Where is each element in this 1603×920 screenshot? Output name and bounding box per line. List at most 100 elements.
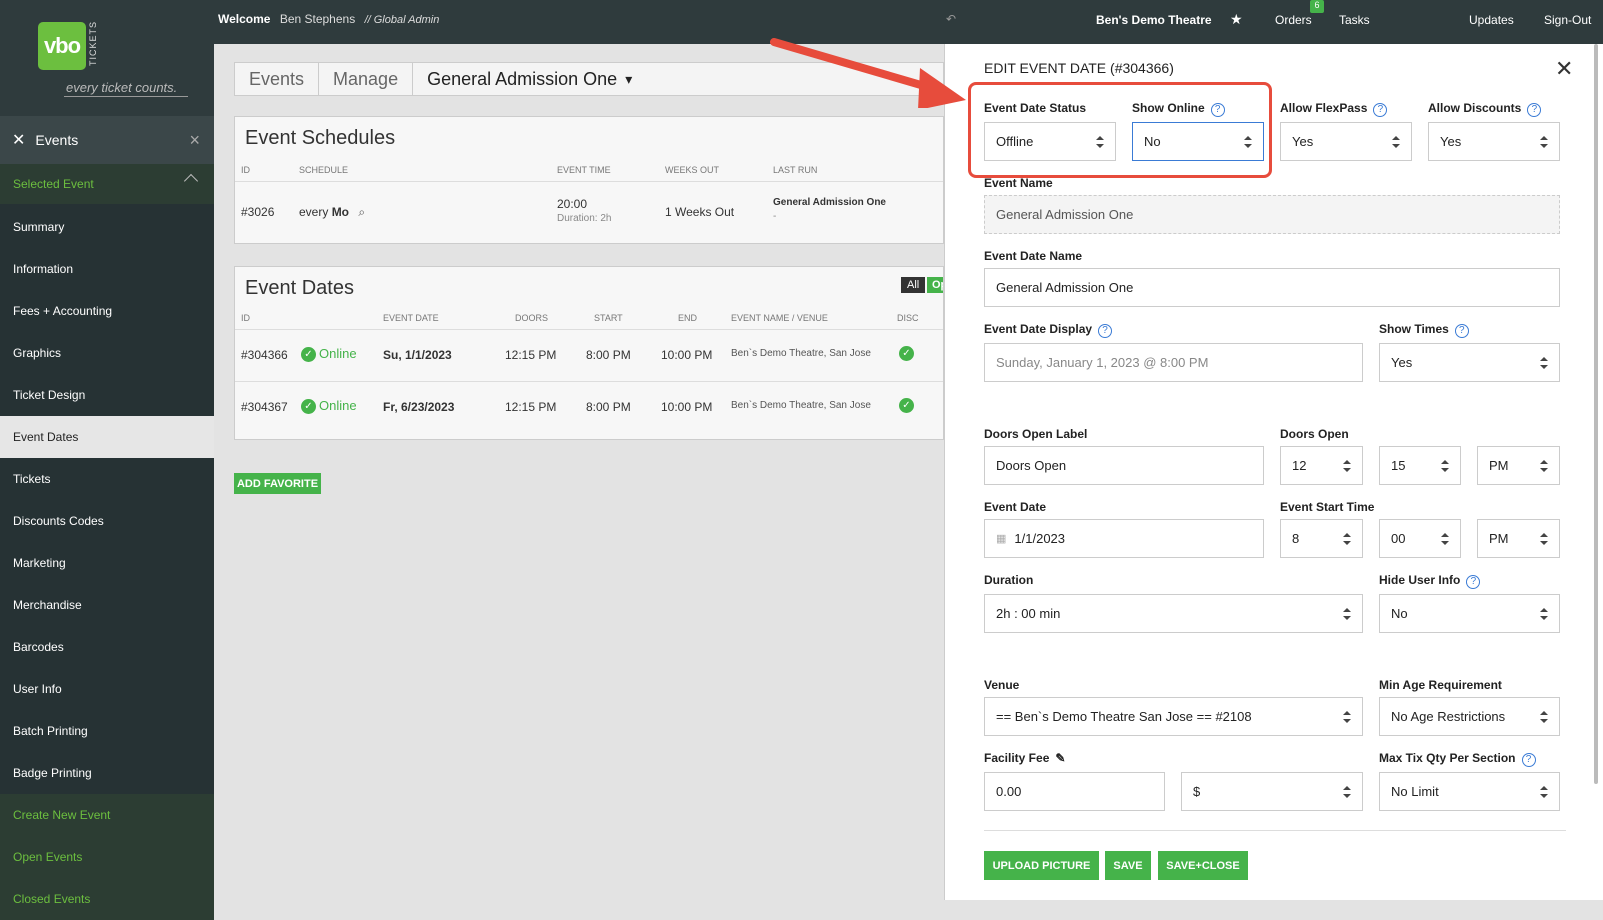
- breadcrumb-manage[interactable]: Manage: [319, 63, 414, 95]
- status-badge[interactable]: ✓ Online: [301, 346, 357, 363]
- max-tix-select[interactable]: No Limit: [1379, 772, 1560, 811]
- event-date-field[interactable]: ▦ 1/1/2023: [984, 519, 1264, 558]
- event-date-name-field[interactable]: General Admission One: [984, 268, 1560, 307]
- start-ampm-value: PM: [1489, 531, 1509, 546]
- help-icon[interactable]: ?: [1454, 324, 1469, 338]
- sidebar-item-discounts-codes[interactable]: Discounts Codes: [0, 500, 214, 542]
- hide-user-info-select[interactable]: No: [1379, 594, 1560, 633]
- allow-discounts-select[interactable]: Yes: [1428, 122, 1560, 161]
- modal-title: EDIT EVENT DATE (#304366): [984, 60, 1174, 76]
- sidebar-item-barcodes[interactable]: Barcodes: [0, 626, 214, 668]
- filter-online-button[interactable]: Op: [927, 277, 943, 293]
- close-icon[interactable]: ✕: [1555, 56, 1573, 82]
- facility-fee-field[interactable]: 0.00: [984, 772, 1165, 811]
- close-icon[interactable]: ×: [189, 130, 200, 151]
- scrollbar[interactable]: [1594, 44, 1598, 784]
- pencil-icon[interactable]: ✎: [1055, 751, 1065, 765]
- event-name-field: General Admission One: [984, 195, 1560, 234]
- help-icon[interactable]: ?: [1098, 324, 1113, 338]
- show-times-label: Show Times: [1379, 322, 1449, 336]
- show-times-select[interactable]: Yes: [1379, 343, 1560, 382]
- sidebar-item-marketing[interactable]: Marketing: [0, 542, 214, 584]
- sidebar-item-badge-printing[interactable]: Badge Printing: [0, 752, 214, 794]
- logo[interactable]: vbo TICKETS every ticket counts.: [0, 0, 214, 116]
- date-row-end: 10:00 PM: [661, 348, 713, 362]
- start-ampm-select[interactable]: PM: [1477, 519, 1560, 558]
- sidebar-item-information[interactable]: Information: [0, 248, 214, 290]
- save-close-button[interactable]: SAVE+CLOSE: [1158, 851, 1248, 880]
- tasks-link[interactable]: Tasks: [1339, 13, 1370, 27]
- welcome-text: Welcome Ben Stephens // Global Admin: [218, 12, 439, 26]
- logo-underline: [64, 96, 188, 97]
- sidebar-item-fees-accounting[interactable]: Fees + Accounting: [0, 290, 214, 332]
- fee-type-select[interactable]: $: [1181, 772, 1363, 811]
- help-icon[interactable]: ?: [1521, 753, 1536, 767]
- table-row[interactable]: #304366 Su, 1/1/2023 12:15 PM 8:00 PM 10:00 …: [235, 330, 943, 381]
- doors-minute-value: 15: [1391, 458, 1406, 473]
- event-date-name-label: Event Date Name: [984, 249, 1083, 263]
- chevron-down-icon: ▾: [625, 70, 633, 87]
- chevron-up-icon: [183, 173, 199, 189]
- min-age-select[interactable]: No Age Restrictions: [1379, 697, 1560, 736]
- table-row[interactable]: #304367 Fr, 6/23/2023 12:15 PM 8:00 PM 10:00…: [235, 382, 943, 433]
- filter-all-button[interactable]: All: [901, 277, 926, 293]
- sidebar-item-event-dates[interactable]: Event Dates: [0, 416, 214, 458]
- help-icon[interactable]: ?: [1527, 103, 1542, 117]
- logo-mark: vbo: [38, 22, 86, 70]
- sidebar-item-batch-printing[interactable]: Batch Printing: [0, 710, 214, 752]
- sidebar-link-closed-events[interactable]: Closed Events: [0, 878, 214, 920]
- help-icon[interactable]: ?: [1466, 575, 1481, 589]
- status-badge[interactable]: ✓ Online: [301, 398, 357, 415]
- disc-value: Yes: [1440, 134, 1462, 149]
- doors-minute-select[interactable]: 15: [1379, 446, 1461, 485]
- user-name[interactable]: Ben Stephens: [280, 12, 355, 26]
- facility-fee-label: Facility Fee: [984, 751, 1050, 765]
- add-favorite-button[interactable]: ADD FAVORITE: [234, 473, 321, 494]
- back-icon[interactable]: ↶: [946, 12, 956, 26]
- event-date-display-field[interactable]: Sunday, January 1, 2023 @ 8:00 PM: [984, 343, 1363, 382]
- max-value: No Limit: [1391, 784, 1439, 799]
- save-button[interactable]: SAVE: [1105, 851, 1151, 880]
- sidebar-header[interactable]: ✕ Events ×: [0, 116, 214, 164]
- doors-open-label-field[interactable]: Doors Open: [984, 446, 1264, 485]
- sidebar-item-ticket-design[interactable]: Ticket Design: [0, 374, 214, 416]
- sidebar-item-graphics[interactable]: Graphics: [0, 332, 214, 374]
- sidebar-link-open-events[interactable]: Open Events: [0, 836, 214, 878]
- col-event-time: EVENT TIME: [557, 165, 611, 175]
- allow-flexpass-select[interactable]: Yes: [1280, 122, 1412, 161]
- star-icon[interactable]: ★: [1230, 11, 1243, 28]
- display-label: Event Date Display: [984, 322, 1093, 336]
- search-icon[interactable]: ⌕: [358, 205, 365, 219]
- event-date-value: 1/1/2023: [1014, 531, 1066, 546]
- doors-hour-select[interactable]: 12: [1280, 446, 1363, 485]
- duration-select[interactable]: 2h : 00 min: [984, 594, 1363, 633]
- breadcrumb-event-label: General Admission One: [427, 68, 618, 89]
- help-icon[interactable]: ?: [1373, 103, 1388, 117]
- start-minute-select[interactable]: 00: [1379, 519, 1461, 558]
- schedules-title: Event Schedules: [245, 127, 396, 149]
- discount-check-icon: ✓: [899, 346, 917, 362]
- updates-link[interactable]: Updates: [1469, 13, 1514, 27]
- sidebar-item-user-info[interactable]: User Info: [0, 668, 214, 710]
- upload-picture-button[interactable]: UPLOAD PICTURE: [984, 851, 1099, 880]
- calendar-icon[interactable]: ▦: [996, 532, 1006, 545]
- check-icon: ✓: [301, 399, 316, 415]
- sidebar-link-create-new-event[interactable]: Create New Event: [0, 794, 214, 836]
- event-date-label: Event Date: [984, 500, 1047, 514]
- event-date-name-value: General Admission One: [996, 280, 1134, 295]
- sidebar-item-tickets[interactable]: Tickets: [0, 458, 214, 500]
- doors-ampm-select[interactable]: PM: [1477, 446, 1560, 485]
- venue-name[interactable]: Ben's Demo Theatre: [1096, 13, 1212, 27]
- col-venue: EVENT NAME / VENUE: [731, 313, 828, 323]
- breadcrumb-event[interactable]: General Admission One ▾: [413, 63, 646, 95]
- discounts-label: Allow Discounts: [1428, 101, 1522, 115]
- orders-link[interactable]: Orders: [1275, 13, 1312, 27]
- status-label: Online: [319, 398, 357, 413]
- sidebar-item-merchandise[interactable]: Merchandise: [0, 584, 214, 626]
- sidebar-item-summary[interactable]: Summary: [0, 206, 214, 248]
- breadcrumb-events[interactable]: Events: [235, 63, 320, 95]
- venue-select[interactable]: == Ben`s Demo Theatre San Jose == #2108: [984, 697, 1363, 736]
- start-hour-select[interactable]: 8: [1280, 519, 1363, 558]
- sidebar-section-selected-event[interactable]: Selected Event: [0, 164, 214, 204]
- signout-link[interactable]: Sign-Out: [1544, 13, 1591, 27]
